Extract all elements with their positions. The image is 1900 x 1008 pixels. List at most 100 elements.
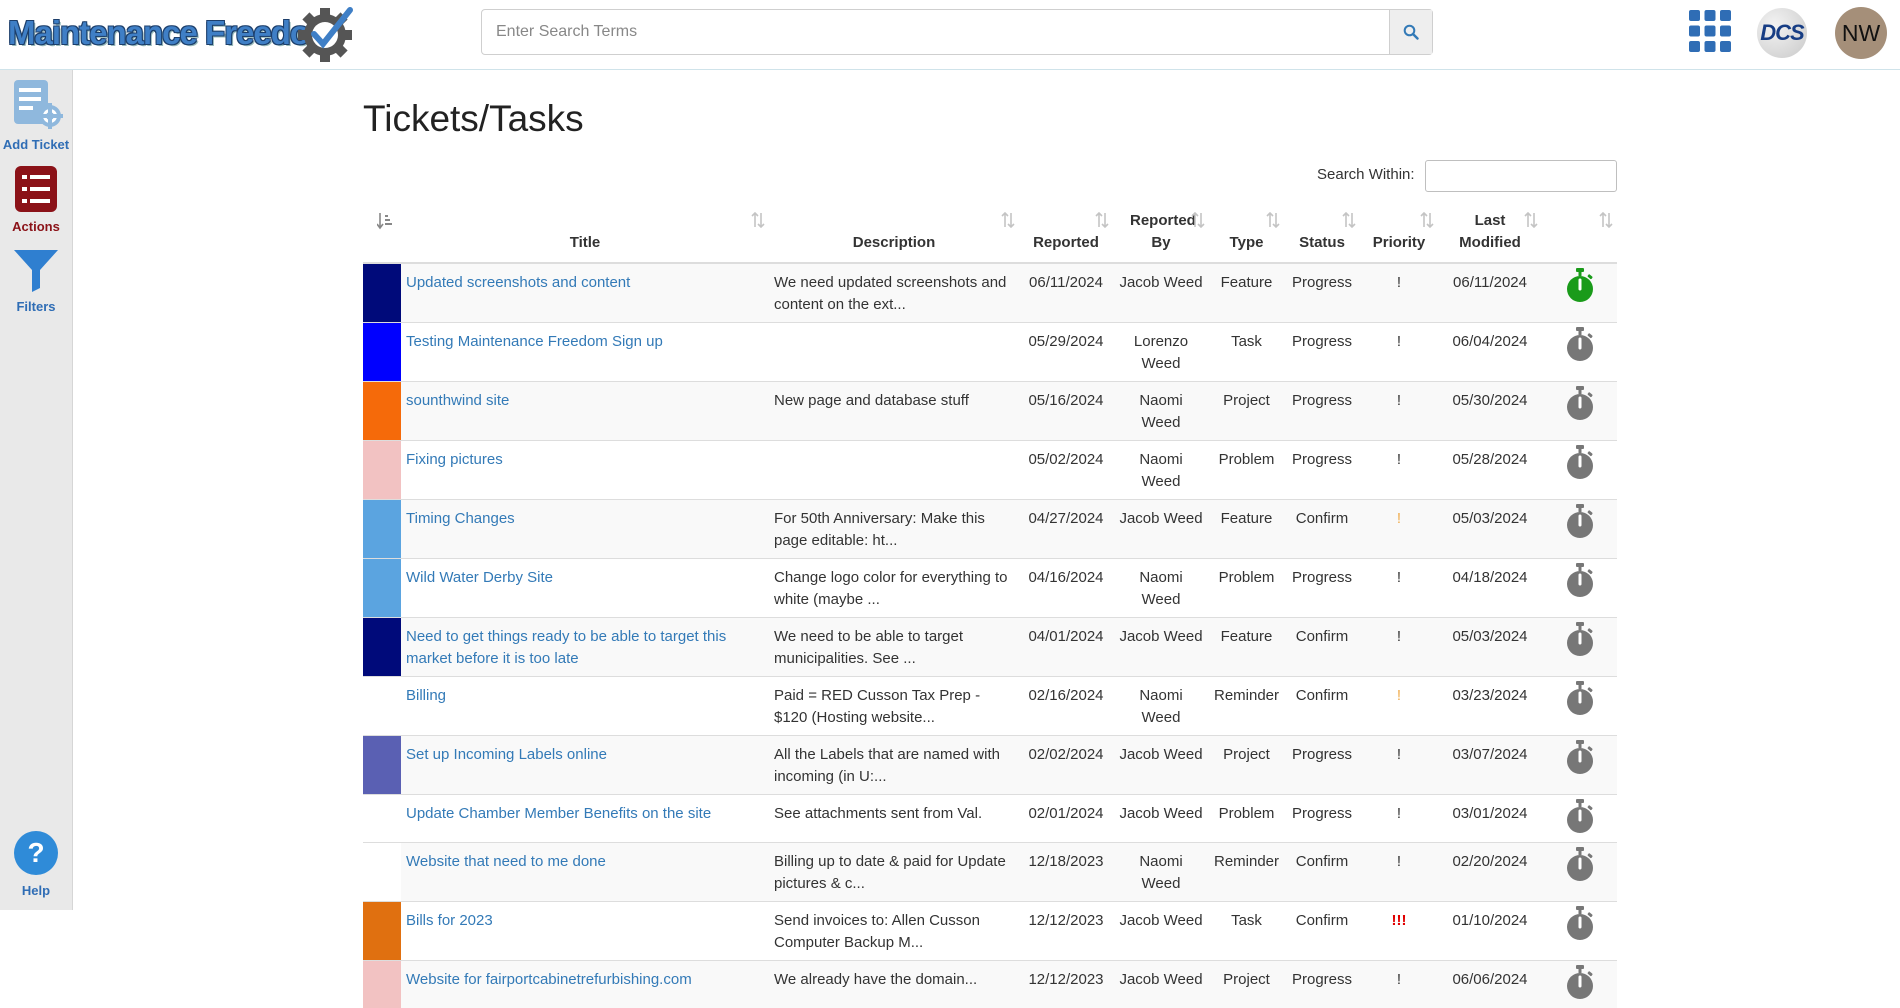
cell-priority: ! — [1360, 677, 1438, 736]
search-button[interactable] — [1389, 10, 1432, 54]
cell-status: Confirm — [1284, 618, 1360, 677]
timer-button[interactable] — [1542, 263, 1617, 323]
table-row[interactable]: Bills for 2023Send invoices to: Allen Cu… — [363, 902, 1617, 961]
ticket-title-link[interactable]: Timing Changes — [406, 510, 515, 527]
cell-reported: 04/27/2024 — [1019, 500, 1113, 559]
table-row[interactable]: Timing ChangesFor 50th Anniversary: Make… — [363, 500, 1617, 559]
table-row[interactable]: Website that need to me doneBilling up t… — [363, 843, 1617, 902]
cell-reported: 05/02/2024 — [1019, 441, 1113, 500]
apps-grid-icon[interactable] — [1689, 10, 1731, 52]
search-within-input[interactable] — [1425, 160, 1617, 192]
cell-last-modified: 03/23/2024 — [1438, 677, 1542, 736]
cell-title: Set up Incoming Labels online — [401, 736, 769, 795]
cell-reported-by: Lorenzo Weed — [1113, 323, 1209, 382]
cell-reported-by: Naomi Weed — [1113, 441, 1209, 500]
cell-last-modified: 05/28/2024 — [1438, 441, 1542, 500]
ticket-title-link[interactable]: Fixing pictures — [406, 451, 503, 468]
category-color-swatch — [363, 618, 401, 677]
ticket-title-link[interactable]: Testing Maintenance Freedom Sign up — [406, 333, 663, 350]
ticket-title-link[interactable]: sounthwind site — [406, 392, 509, 409]
sidebar-label-actions: Actions — [0, 219, 72, 234]
sort-toggle[interactable] — [1420, 212, 1434, 235]
timer-button[interactable] — [1542, 441, 1617, 500]
category-color-swatch — [363, 500, 401, 559]
sort-toggle[interactable] — [751, 212, 765, 235]
cell-type: Problem — [1209, 795, 1284, 843]
sort-toggle[interactable] — [1095, 212, 1109, 235]
column-header-timer[interactable] — [1542, 206, 1617, 263]
table-row[interactable]: BillingPaid = RED Cusson Tax Prep - $120… — [363, 677, 1617, 736]
sidebar-item-actions[interactable]: Actions — [0, 166, 72, 234]
ticket-title-link[interactable]: Wild Water Derby Site — [406, 569, 553, 586]
column-header-priority[interactable]: Priority — [1360, 206, 1438, 263]
table-row[interactable]: Need to get things ready to be able to t… — [363, 618, 1617, 677]
column-header-reported[interactable]: Reported — [1019, 206, 1113, 263]
sort-toggle[interactable] — [1599, 212, 1613, 235]
cell-reported: 06/11/2024 — [1019, 263, 1113, 323]
ticket-title-link[interactable]: Website that need to me done — [406, 853, 606, 870]
cell-title: Billing — [401, 677, 769, 736]
ticket-title-link[interactable]: Bills for 2023 — [406, 912, 493, 929]
column-header-title[interactable]: Title — [401, 206, 769, 263]
table-row[interactable]: Wild Water Derby SiteChange logo color f… — [363, 559, 1617, 618]
sort-column-toggle[interactable] — [363, 206, 401, 263]
cell-reported: 05/16/2024 — [1019, 382, 1113, 441]
ticket-title-link[interactable]: Billing — [406, 687, 446, 704]
table-row[interactable]: sounthwind siteNew page and database stu… — [363, 382, 1617, 441]
ticket-title-link[interactable]: Updated screenshots and content — [406, 274, 630, 291]
table-row[interactable]: Updated screenshots and contentWe need u… — [363, 263, 1617, 323]
column-header-last-modified[interactable]: Last Modified — [1438, 206, 1542, 263]
cell-status: Progress — [1284, 263, 1360, 323]
timer-button[interactable] — [1542, 382, 1617, 441]
cell-status: Progress — [1284, 736, 1360, 795]
sidebar-item-filters[interactable]: Filters — [0, 248, 72, 314]
table-row[interactable]: Set up Incoming Labels onlineAll the Lab… — [363, 736, 1617, 795]
ticket-title-link[interactable]: Website for fairportcabinetrefurbishing.… — [406, 971, 692, 988]
sort-toggle[interactable] — [1524, 212, 1538, 235]
ticket-title-link[interactable]: Set up Incoming Labels online — [406, 746, 607, 763]
app-logo[interactable]: Maintenance Freedom — [6, 4, 351, 62]
stopwatch-icon — [1565, 563, 1595, 599]
cell-type: Reminder — [1209, 677, 1284, 736]
cell-type: Reminder — [1209, 843, 1284, 902]
company-badge[interactable]: DCS — [1757, 8, 1807, 58]
column-header-type[interactable]: Type — [1209, 206, 1284, 263]
timer-button[interactable] — [1542, 843, 1617, 902]
table-row[interactable]: Fixing pictures05/02/2024Naomi WeedProbl… — [363, 441, 1617, 500]
cell-status: Confirm — [1284, 843, 1360, 902]
cell-title: Fixing pictures — [401, 441, 769, 500]
cell-status: Progress — [1284, 382, 1360, 441]
column-header-status[interactable]: Status — [1284, 206, 1360, 263]
cell-priority: ! — [1360, 618, 1438, 677]
search-input[interactable] — [482, 10, 1389, 54]
table-row[interactable]: Website for fairportcabinetrefurbishing.… — [363, 961, 1617, 1008]
stopwatch-icon — [1565, 445, 1595, 481]
timer-button[interactable] — [1542, 902, 1617, 961]
ticket-title-link[interactable]: Update Chamber Member Benefits on the si… — [406, 805, 711, 822]
ticket-title-link[interactable]: Need to get things ready to be able to t… — [406, 628, 726, 667]
timer-button[interactable] — [1542, 500, 1617, 559]
sort-toggle[interactable] — [1342, 212, 1356, 235]
sort-toggle[interactable] — [1266, 212, 1280, 235]
timer-button[interactable] — [1542, 795, 1617, 843]
timer-button[interactable] — [1542, 961, 1617, 1008]
sidebar-label-help: Help — [0, 883, 72, 898]
svg-text:?: ? — [27, 837, 44, 868]
table-row[interactable]: Testing Maintenance Freedom Sign up05/29… — [363, 323, 1617, 382]
timer-button[interactable] — [1542, 736, 1617, 795]
cell-status: Progress — [1284, 441, 1360, 500]
sidebar-item-help[interactable]: ? Help — [0, 830, 72, 898]
table-row[interactable]: Update Chamber Member Benefits on the si… — [363, 795, 1617, 843]
timer-button[interactable] — [1542, 677, 1617, 736]
sort-toggle[interactable] — [1191, 212, 1205, 235]
column-header-reported-by[interactable]: Reported By — [1113, 206, 1209, 263]
cell-title: Need to get things ready to be able to t… — [401, 618, 769, 677]
sort-toggle[interactable] — [1001, 212, 1015, 235]
sidebar-item-add-ticket[interactable]: Add Ticket — [0, 78, 72, 152]
timer-button[interactable] — [1542, 559, 1617, 618]
timer-button[interactable] — [1542, 323, 1617, 382]
timer-button[interactable] — [1542, 618, 1617, 677]
column-header-description[interactable]: Description — [769, 206, 1019, 263]
category-color-swatch — [363, 263, 401, 323]
user-avatar[interactable]: NW — [1835, 7, 1887, 59]
